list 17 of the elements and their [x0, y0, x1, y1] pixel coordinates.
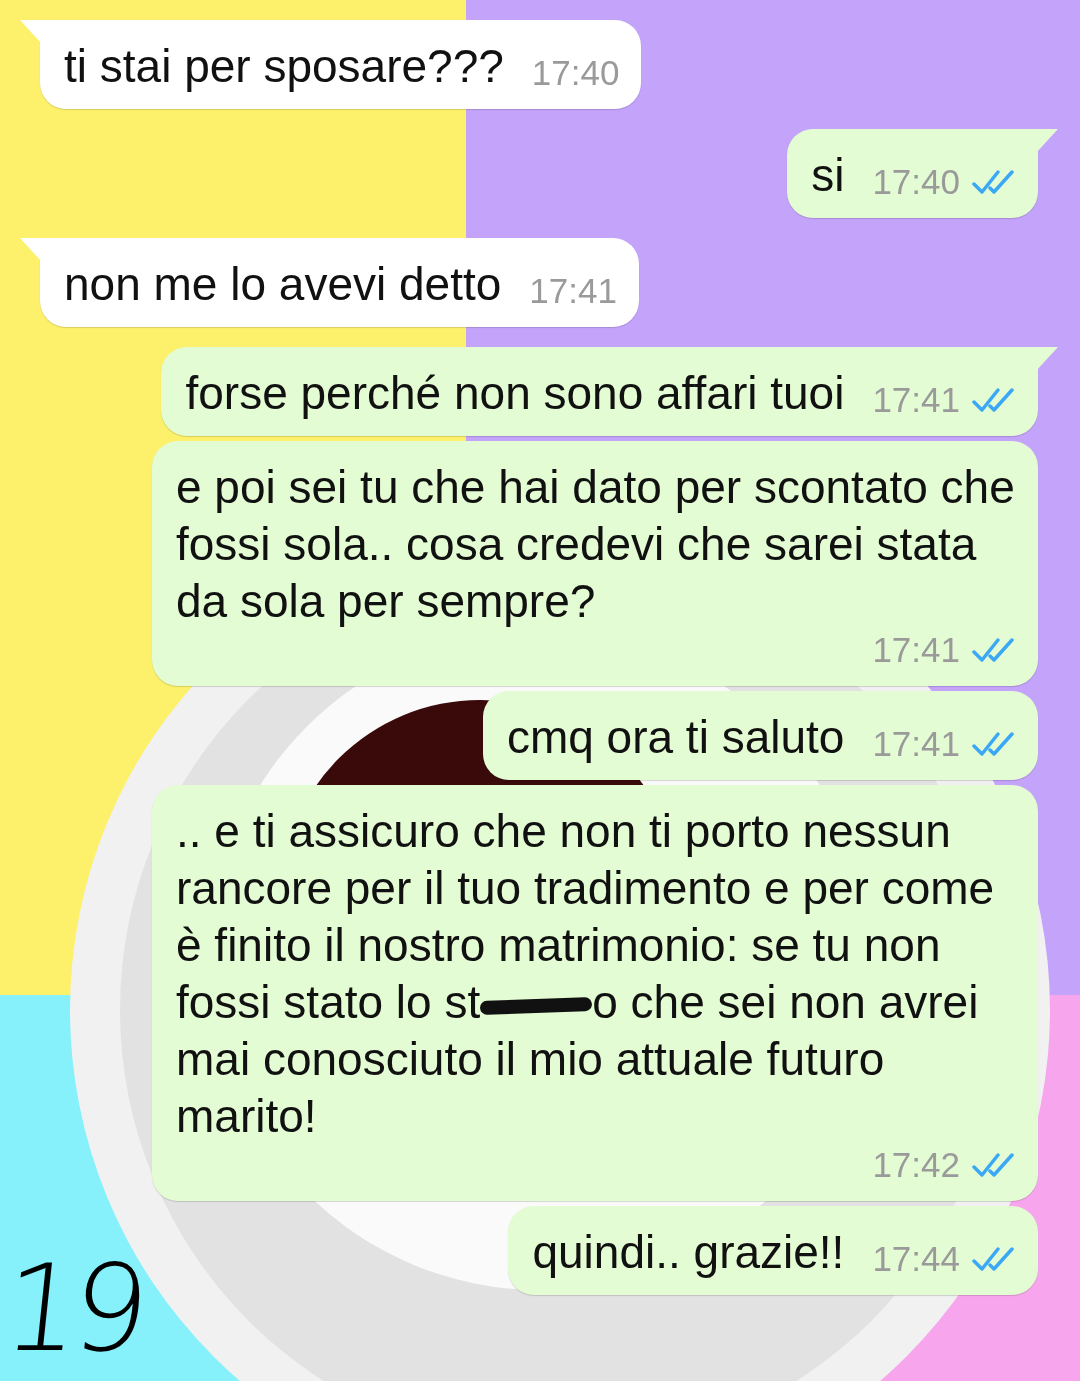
message-time: 17:40 — [531, 53, 620, 93]
message-text: forse perché non sono affari tuoi — [185, 366, 845, 421]
message-text: ti stai per sposare??? — [64, 39, 504, 94]
message-time: 17:42 — [872, 1145, 960, 1185]
message-text: non me lo avevi detto — [64, 257, 502, 312]
message-text: si — [811, 148, 845, 203]
message-text: e poi sei tu che hai dato per scontato che fossi sola.. cosa credevi che sarei stata da sola per sempre? — [176, 460, 1016, 629]
handwritten-number: 19 — [0, 1249, 147, 1369]
message-time: 17:41 — [872, 380, 960, 420]
message-time: 17:41 — [872, 724, 960, 764]
message-time: 17:40 — [872, 162, 960, 202]
message-text: quindi.. grazie!! — [532, 1225, 845, 1280]
message-time: 17:41 — [529, 271, 617, 311]
message-text: cmq ora ti saluto — [506, 710, 845, 765]
message-time: 17:41 — [872, 630, 960, 670]
message-time: 17:44 — [872, 1239, 960, 1279]
message-text: .. e ti assicuro che non ti porto nessun rancore per il tuo tradimento e per come è finito il nostro matrimonio: se tu non fossi stato lo st o che sei non avrei mai conosciuto il mio attuale futuro marito! — [176, 804, 996, 1144]
